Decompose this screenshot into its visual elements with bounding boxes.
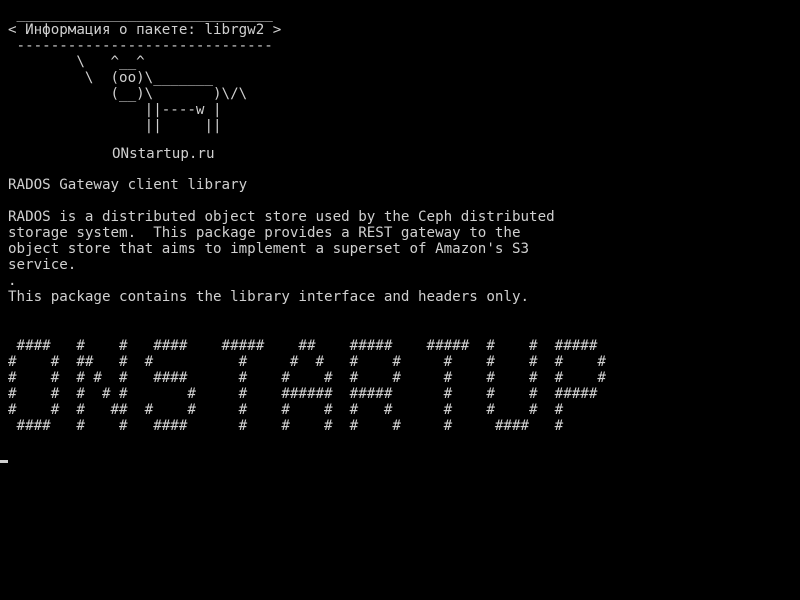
ascii-banner-line: # # # ## # # # # # # # # # # # [8,402,564,418]
site-name: ONstartup.ru [112,146,215,162]
ascii-banner-line: # # # # # # # ###### ##### # # # ##### [8,386,598,402]
ascii-banner-line: #### # # #### # # # # # # #### # [8,418,564,434]
ascii-banner-line: # # ## # # # # # # # # # # # # [8,354,606,370]
package-summary: RADOS Gateway client library [8,177,248,193]
package-description: RADOS Gateway client library RADOS is a … [8,177,555,305]
description-line: object store that aims to implement a su… [8,241,530,257]
text-cursor [0,460,8,463]
cow-art-line: ||----w | [8,102,222,118]
ascii-banner-text: #### # # #### ##### ## ##### ##### # # #… [8,338,606,434]
cowsay-header: < Информация о пакете: librgw2 > [8,22,282,38]
terminal-screen[interactable]: ______________________________ < Информа… [0,0,800,600]
cow-art-line: \ (oo)\_______ [8,70,213,86]
description-line: This package contains the library interf… [8,289,530,305]
description-line: service. [8,257,77,273]
description-line: . [8,273,17,289]
cowsay-border-top: ______________________________ [8,6,273,22]
cowsay-border-bottom: ------------------------------ [8,38,273,54]
cow-art-line: \ ^__^ [8,54,145,70]
description-line: storage system. This package provides a … [8,225,521,241]
ascii-banner-line: #### # # #### ##### ## ##### ##### # # #… [8,338,598,354]
cow-art-line: || || [8,118,222,134]
description-line: RADOS is a distributed object store used… [8,209,555,225]
cow-art-line: (__)\ )\/\ [8,86,248,102]
cowsay-banner: ______________________________ < Информа… [8,6,281,134]
ascii-banner-line: # # # # # #### # # # # # # # # # # [8,370,606,386]
